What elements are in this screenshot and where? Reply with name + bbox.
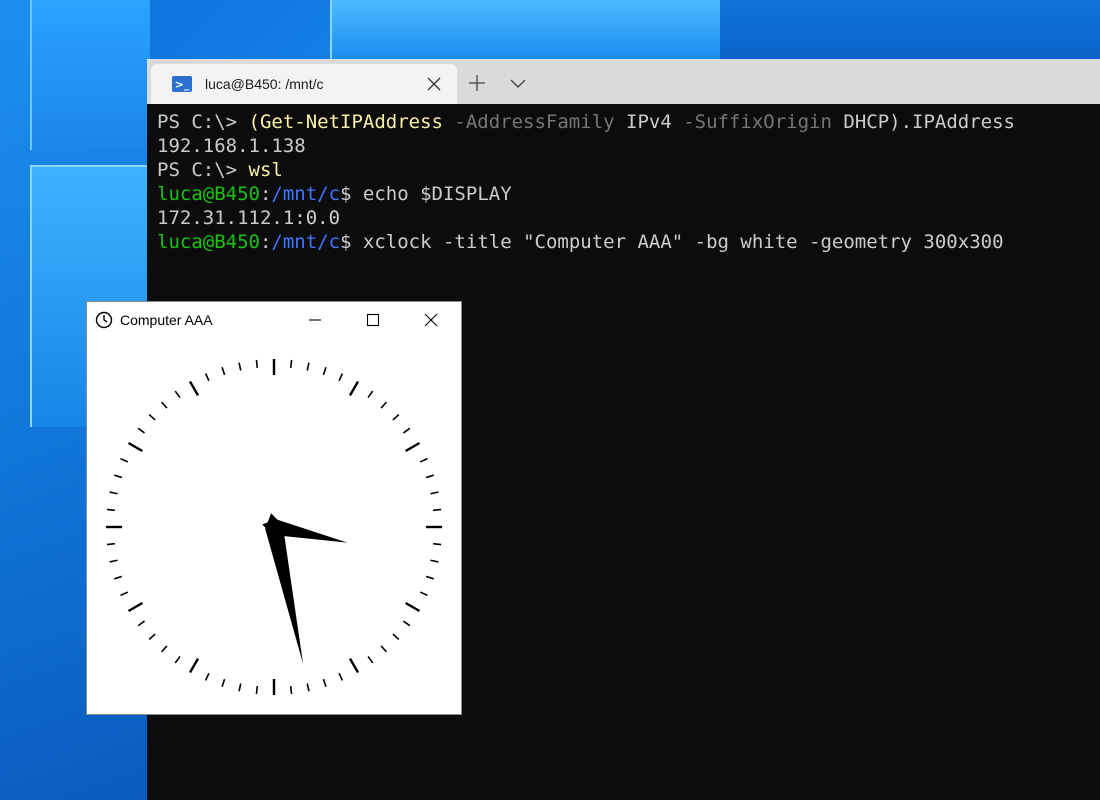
xclock-titlebar[interactable]: Computer AAA	[87, 302, 461, 338]
minute-tick	[174, 390, 181, 399]
minute-tick	[109, 491, 118, 495]
minute-tick	[160, 645, 168, 653]
hour-tick	[127, 601, 143, 613]
minute-tick	[306, 683, 310, 692]
terminal-text: 172.31.112.1:0.0	[157, 207, 341, 229]
terminal-text: -AddressFamily	[454, 111, 627, 133]
minute-tick	[419, 591, 428, 597]
terminal-text: /mnt/c	[271, 183, 341, 205]
minute-tick	[430, 559, 439, 563]
powershell-icon: >_	[172, 76, 192, 92]
minute-tick	[380, 401, 388, 409]
wallpaper-pane	[330, 0, 724, 60]
minute-tick	[204, 373, 210, 382]
wallpaper-pane	[720, 0, 1100, 60]
maximize-icon[interactable]	[363, 310, 383, 330]
minute-tick	[338, 373, 344, 382]
terminal-text: (Get-NetIPAddress	[248, 111, 455, 133]
minute-tick	[322, 678, 327, 688]
terminal-line: luca@B450:/mnt/c$ xclock -title "Compute…	[157, 230, 1100, 254]
hour-tick	[188, 658, 200, 674]
minute-tick	[289, 359, 293, 368]
minute-tick	[174, 655, 181, 664]
minute-tick	[137, 620, 146, 627]
xclock-window[interactable]: Computer AAA	[86, 301, 462, 715]
minute-tick	[402, 427, 411, 434]
terminal-line: 172.31.112.1:0.0	[157, 206, 1100, 230]
minute-tick	[113, 575, 123, 580]
minute-tick	[238, 362, 242, 371]
minute-tick	[106, 508, 115, 512]
minute-tick	[106, 542, 115, 546]
hour-tick	[348, 380, 360, 396]
terminal-text: $ xclock -title "Computer AAA" -bg white…	[340, 231, 1004, 253]
minute-tick	[109, 559, 118, 563]
minute-tick	[113, 474, 123, 479]
minute-tick	[255, 686, 259, 695]
hour-tick	[348, 658, 360, 674]
analog-clock-face	[106, 359, 442, 695]
hour-tick	[188, 380, 200, 396]
terminal-text: $ echo $DISPLAY	[340, 183, 512, 205]
minute-tick	[367, 655, 374, 664]
terminal-output[interactable]: PS C:\> (Get-NetIPAddress -AddressFamily…	[147, 104, 1100, 254]
terminal-line: luca@B450:/mnt/c$ echo $DISPLAY	[157, 182, 1100, 206]
hour-tick	[405, 441, 421, 453]
minute-tick	[425, 575, 435, 580]
terminal-line: PS C:\> wsl	[157, 158, 1100, 182]
terminal-text: /mnt/c	[271, 231, 341, 253]
minute-tick	[120, 457, 129, 463]
terminal-line: 192.168.1.138	[157, 134, 1100, 158]
hour-tick	[405, 601, 421, 613]
minute-tick	[221, 366, 226, 376]
terminal-text: :	[259, 231, 272, 253]
terminal-text: PS C:\>	[157, 159, 249, 181]
minute-tick	[238, 683, 242, 692]
minute-tick	[433, 542, 442, 546]
terminal-text: -SuffixOrigin	[683, 111, 844, 133]
tab-wsl[interactable]: >_ luca@B450: /mnt/c	[151, 64, 457, 104]
minute-tick	[419, 457, 428, 463]
minute-tick	[137, 427, 146, 434]
minute-tick	[425, 474, 435, 479]
minute-tick	[148, 413, 156, 421]
minute-tick	[148, 633, 156, 641]
minute-tick	[380, 645, 388, 653]
terminal-text: :	[259, 183, 272, 205]
close-icon[interactable]	[421, 310, 441, 330]
hour-tick	[127, 441, 143, 453]
window-title: Computer AAA	[120, 312, 213, 328]
minute-tick	[306, 362, 310, 371]
minute-tick	[402, 620, 411, 627]
clock-icon	[95, 311, 113, 329]
tab-title: luca@B450: /mnt/c	[205, 76, 324, 92]
terminal-text: DHCP).IPAddress	[843, 111, 1015, 133]
close-tab-icon[interactable]	[425, 75, 443, 93]
terminal-text: IPv4	[626, 111, 684, 133]
chevron-down-icon[interactable]	[509, 75, 527, 91]
minute-tick	[120, 591, 129, 597]
new-tab-icon[interactable]	[467, 73, 487, 93]
wallpaper-pane	[30, 0, 150, 150]
minute-tick	[204, 672, 210, 681]
minute-tick	[221, 678, 226, 688]
minute-tick	[430, 491, 439, 495]
minute-tick	[392, 413, 400, 421]
minute-tick	[433, 508, 442, 512]
minute-tick	[322, 366, 327, 376]
minute-tick	[160, 401, 168, 409]
terminal-text: wsl	[248, 159, 283, 181]
minute-tick	[289, 686, 293, 695]
terminal-text: 192.168.1.138	[157, 135, 306, 157]
minimize-icon[interactable]	[305, 310, 325, 330]
terminal-text: luca@B450	[157, 231, 260, 253]
minute-tick	[338, 672, 344, 681]
tab-bar: >_ luca@B450: /mnt/c	[147, 59, 1100, 104]
terminal-line: PS C:\> (Get-NetIPAddress -AddressFamily…	[157, 110, 1100, 134]
terminal-text: luca@B450	[157, 183, 260, 205]
minute-tick	[367, 390, 374, 399]
minute-tick	[255, 359, 259, 368]
minute-tick	[392, 633, 400, 641]
terminal-text: PS C:\>	[157, 111, 249, 133]
